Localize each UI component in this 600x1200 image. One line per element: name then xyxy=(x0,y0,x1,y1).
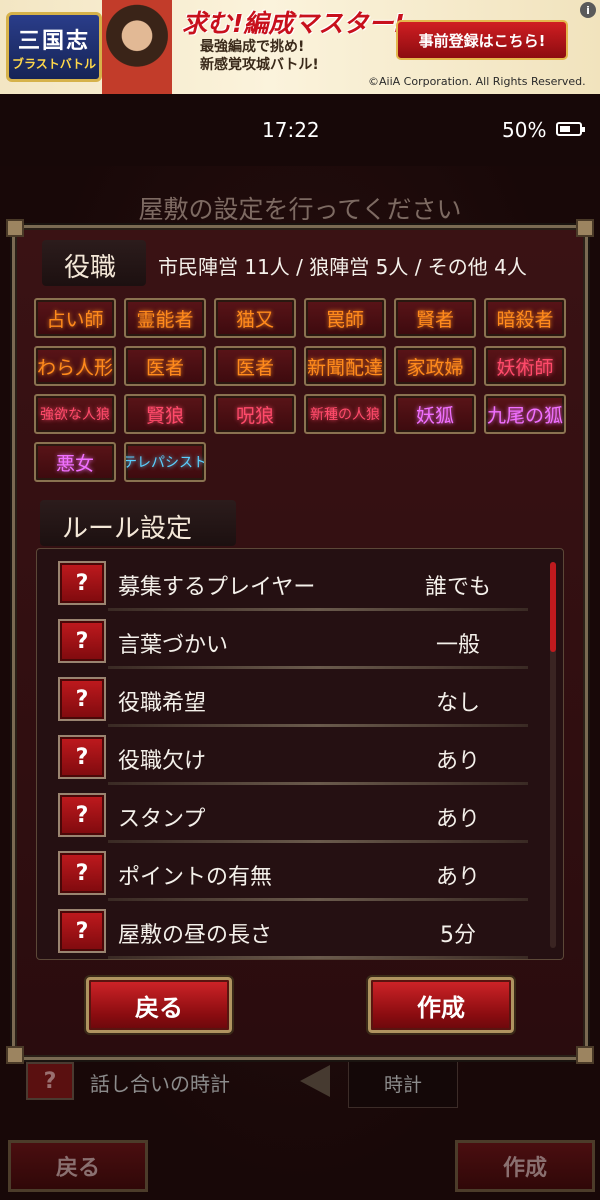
row-divider xyxy=(108,724,528,727)
rule-value[interactable]: 5分 xyxy=(398,917,518,949)
ad-banner[interactable]: 三国志 ブラストバトル 求む!編成マスター! 最強編成で挑め! 新感覚攻城バトル… xyxy=(0,0,600,94)
rule-value[interactable]: あり xyxy=(398,859,518,891)
roles-title: 役職 xyxy=(64,253,117,283)
help-question-button[interactable]: ? xyxy=(58,909,106,953)
row-divider xyxy=(108,898,528,901)
battery-percent: 50% xyxy=(502,118,547,142)
role-button[interactable]: 強欲な人狼 xyxy=(34,394,116,434)
help-question-button[interactable]: ? xyxy=(58,677,106,721)
frame-corner-ornament xyxy=(576,1046,594,1064)
role-button[interactable]: 妖狐 xyxy=(394,394,476,434)
status-time: 17:22 xyxy=(262,118,320,142)
rules-title: ルール設定 xyxy=(62,514,193,544)
role-button[interactable]: 呪狼 xyxy=(214,394,296,434)
role-button[interactable]: 霊能者 xyxy=(124,298,206,338)
rule-label: スタンプ xyxy=(118,807,206,832)
role-button[interactable]: 賢者 xyxy=(394,298,476,338)
background-page-title: 屋敷の設定を行ってください xyxy=(138,195,462,224)
frame-corner-ornament xyxy=(576,219,594,237)
rule-value[interactable]: あり xyxy=(398,801,518,833)
frame-corner-ornament xyxy=(6,1046,24,1064)
role-button[interactable]: 占い師 xyxy=(34,298,116,338)
background-back-button: 戻る xyxy=(8,1140,148,1192)
rule-label: 屋敷の昼の長さ xyxy=(118,923,273,948)
ad-headline: 求む!編成マスター! xyxy=(182,9,405,38)
rule-value[interactable]: 一般 xyxy=(398,627,518,659)
row-divider xyxy=(108,666,528,669)
rule-row[interactable]: ? 言葉づかい 一般 xyxy=(58,619,528,669)
role-button[interactable]: 罠師 xyxy=(304,298,386,338)
rule-label: 役職欠け xyxy=(118,749,207,774)
ad-preregister-button[interactable]: 事前登録はこちら! xyxy=(396,20,568,60)
ad-game-logo: 三国志 ブラストバトル xyxy=(6,12,102,82)
role-button[interactable]: 新種の人狼 xyxy=(304,394,386,434)
rule-row[interactable]: ? ポイントの有無 あり xyxy=(58,851,528,901)
create-button[interactable]: 作成 xyxy=(368,977,514,1033)
role-button[interactable]: 医者 xyxy=(214,346,296,386)
role-button[interactable]: テレパシスト xyxy=(124,442,206,482)
background-row-label: 話し合いの時計 xyxy=(90,1072,230,1096)
role-button[interactable]: 猫又 xyxy=(214,298,296,338)
help-question-button[interactable]: ? xyxy=(58,793,106,837)
role-button[interactable]: 医者 xyxy=(124,346,206,386)
back-button[interactable]: 戻る xyxy=(86,977,232,1033)
role-button[interactable]: 賢狼 xyxy=(124,394,206,434)
rule-label: 募集するプレイヤー xyxy=(118,575,316,600)
roles-summary: 市民陣営 11人 / 狼陣営 5人 / その他 4人 xyxy=(158,255,527,279)
background-left-arrow-icon xyxy=(300,1065,330,1097)
rule-value[interactable]: あり xyxy=(398,743,518,775)
rule-row[interactable]: ? 役職欠け あり xyxy=(58,735,528,785)
help-question-button[interactable]: ? xyxy=(58,735,106,779)
battery-icon xyxy=(556,122,585,136)
background-row-value: 時計 xyxy=(348,1058,458,1108)
rule-value[interactable]: 誰でも xyxy=(398,569,518,601)
ad-info-icon[interactable]: i xyxy=(580,2,596,18)
rule-row[interactable]: ? 募集するプレイヤー 誰でも xyxy=(58,561,528,611)
help-question-button[interactable]: ? xyxy=(58,851,106,895)
rule-value[interactable]: なし xyxy=(398,685,518,717)
rule-label: 役職希望 xyxy=(118,691,207,716)
rule-row[interactable]: ? 屋敷の昼の長さ 5分 xyxy=(58,909,528,959)
row-divider xyxy=(108,782,528,785)
rule-row[interactable]: ? スタンプ あり xyxy=(58,793,528,843)
background-create-button: 作成 xyxy=(455,1140,595,1192)
help-question-button[interactable]: ? xyxy=(58,619,106,663)
help-question-button[interactable]: ? xyxy=(58,561,106,605)
role-button[interactable]: 悪女 xyxy=(34,442,116,482)
background-help-button: ? xyxy=(26,1062,74,1100)
role-button[interactable]: 妖術師 xyxy=(484,346,566,386)
role-button[interactable]: 九尾の狐 xyxy=(484,394,566,434)
row-divider xyxy=(108,956,528,959)
role-button[interactable]: 暗殺者 xyxy=(484,298,566,338)
rule-label: ポイントの有無 xyxy=(118,865,273,890)
rule-label: 言葉づかい xyxy=(118,633,229,658)
rules-scrollbar-thumb[interactable] xyxy=(550,562,556,652)
row-divider xyxy=(108,840,528,843)
ad-character-image xyxy=(102,0,172,94)
rule-row[interactable]: ? 役職希望 なし xyxy=(58,677,528,727)
ad-subtext: 最強編成で挑め! 新感覚攻城バトル! xyxy=(200,39,319,73)
role-button[interactable]: 新聞配達 xyxy=(304,346,386,386)
role-button[interactable]: わら人形 xyxy=(34,346,116,386)
role-button[interactable]: 家政婦 xyxy=(394,346,476,386)
ad-copyright: ©AiiA Corporation. All Rights Reserved. xyxy=(368,75,586,88)
row-divider xyxy=(108,608,528,611)
frame-corner-ornament xyxy=(6,219,24,237)
